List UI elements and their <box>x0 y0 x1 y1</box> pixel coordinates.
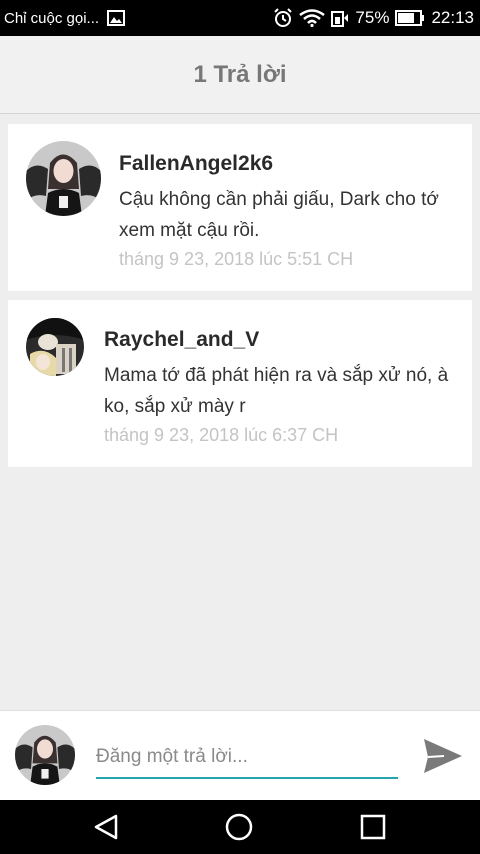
battery-icon <box>395 10 425 26</box>
send-icon <box>424 739 462 773</box>
wifi-icon <box>299 9 326 27</box>
reply-input[interactable] <box>96 737 398 779</box>
carrier-text: Chỉ cuộc gọi... <box>4 9 100 27</box>
comment-card: Raychel_and_V Mama tớ đã phát hiện ra và… <box>8 300 472 467</box>
comment-timestamp: tháng 9 23, 2018 lúc 5:51 CH <box>119 249 354 269</box>
alarm-icon <box>273 8 293 28</box>
comment-message: Cậu không cần phải giấu, Dark cho tớ xem… <box>119 189 439 241</box>
avatar <box>15 725 75 785</box>
send-button[interactable] <box>420 733 466 779</box>
comment-username[interactable]: Raychel_and_V <box>104 328 259 352</box>
home-button[interactable] <box>221 809 257 845</box>
home-icon <box>225 813 253 841</box>
back-icon <box>94 814 118 840</box>
page-title: 1 Trả lời <box>193 60 287 88</box>
comment-card: FallenAngel2k6 Cậu không cần phải giấu, … <box>8 124 472 291</box>
image-icon <box>107 10 126 26</box>
avatar[interactable] <box>26 141 101 216</box>
reply-bar <box>0 710 480 800</box>
recents-icon <box>360 814 386 840</box>
app-header: 1 Trả lời <box>0 36 480 114</box>
comment-timestamp: tháng 9 23, 2018 lúc 6:37 CH <box>104 425 339 445</box>
recents-button[interactable] <box>355 809 391 845</box>
signal-icon <box>331 9 349 27</box>
system-nav-bar <box>0 800 480 854</box>
avatar[interactable] <box>26 318 84 376</box>
comment-username[interactable]: FallenAngel2k6 <box>119 152 273 176</box>
back-button[interactable] <box>88 809 124 845</box>
comment-message: Mama tớ đã phát hiện ra và sắp xử nó, à … <box>104 365 449 417</box>
status-bar: Chỉ cuộc gọi... 75% 22:13 <box>0 0 480 36</box>
battery-percent: 75% <box>355 8 390 27</box>
clock-time: 22:13 <box>431 8 474 27</box>
